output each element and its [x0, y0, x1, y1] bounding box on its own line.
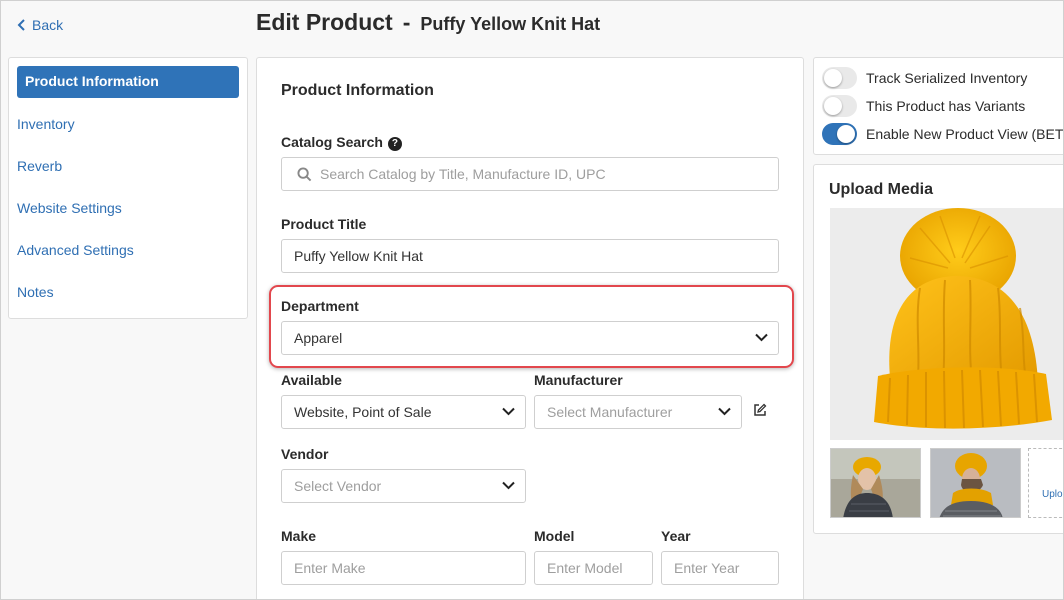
chevron-down-icon: [502, 481, 515, 490]
available-value: Website, Point of Sale: [294, 404, 432, 420]
model-input[interactable]: Enter Model: [534, 551, 653, 585]
woman-wearing-hat-image: [831, 449, 920, 517]
track-serialized-row: Track Serialized Inventory: [822, 67, 1027, 89]
sidebar-item-label: Product Information: [25, 73, 159, 89]
catalog-search-placeholder: Search Catalog by Title, Manufacture ID,…: [320, 166, 606, 182]
sidebar-item-label: Website Settings: [17, 200, 122, 216]
knit-hat-image: [830, 208, 1063, 440]
available-label: Available: [281, 372, 342, 388]
make-input[interactable]: Enter Make: [281, 551, 526, 585]
options-card: Track Serialized Inventory This Product …: [813, 57, 1063, 155]
toggle-label: Track Serialized Inventory: [866, 70, 1028, 86]
model-label: Model: [534, 528, 575, 544]
chevron-down-icon: [502, 407, 515, 416]
catalog-search-input[interactable]: Search Catalog by Title, Manufacture ID,…: [281, 157, 779, 191]
upload-media-title: Upload Media: [829, 181, 934, 198]
new-product-view-row: Enable New Product View (BET: [822, 123, 1063, 145]
make-label: Make: [281, 528, 317, 544]
main-product-image[interactable]: [830, 208, 1063, 440]
page-title: Edit Product - Puffy Yellow Knit Hat: [256, 9, 600, 36]
man-wearing-hat-image: [931, 449, 1020, 517]
sidebar-item-label: Inventory: [17, 116, 75, 132]
vendor-label: Vendor: [281, 446, 329, 462]
product-title-value: Puffy Yellow Knit Hat: [294, 248, 423, 264]
sidebar-item-website-settings[interactable]: Website Settings: [17, 200, 122, 216]
catalog-search-label: Catalog Search?: [281, 134, 402, 151]
year-input[interactable]: Enter Year: [661, 551, 779, 585]
toggle-label: This Product has Variants: [866, 98, 1026, 114]
manufacturer-placeholder: Select Manufacturer: [547, 404, 673, 420]
toggle-label: Enable New Product View (BET: [866, 126, 1064, 142]
sidebar-item-advanced-settings[interactable]: Advanced Settings: [17, 242, 134, 258]
sidebar-item-product-information[interactable]: Product Information: [17, 66, 239, 98]
sidebar-item-inventory[interactable]: Inventory: [17, 116, 75, 132]
sidebar-nav: Product Information Inventory Reverb Web…: [8, 57, 248, 319]
sidebar-item-reverb[interactable]: Reverb: [17, 158, 62, 174]
make-placeholder: Enter Make: [294, 560, 366, 576]
variants-toggle[interactable]: [822, 95, 857, 117]
available-select[interactable]: Website, Point of Sale: [281, 395, 526, 429]
sidebar-item-label: Advanced Settings: [17, 242, 134, 258]
edit-icon[interactable]: [753, 403, 767, 417]
product-name-heading: Puffy Yellow Knit Hat: [420, 14, 601, 34]
upload-label: Uplo: [1042, 489, 1063, 500]
chevron-down-icon: [718, 407, 731, 416]
media-thumbnail-1[interactable]: [830, 448, 921, 518]
product-title-label: Product Title: [281, 216, 367, 232]
upload-media-card: Upload Media Uplo: [813, 164, 1063, 534]
manufacturer-select[interactable]: Select Manufacturer: [534, 395, 742, 429]
manufacturer-label: Manufacturer: [534, 372, 623, 388]
back-label: Back: [32, 17, 64, 33]
sidebar-item-label: Reverb: [17, 158, 63, 174]
year-placeholder: Enter Year: [674, 560, 740, 576]
model-placeholder: Enter Model: [547, 560, 623, 576]
year-label: Year: [661, 528, 691, 544]
product-title-input[interactable]: Puffy Yellow Knit Hat: [281, 239, 779, 273]
back-link[interactable]: Back: [17, 17, 63, 33]
section-title: Product Information: [281, 82, 434, 99]
app-window: Back Edit Product - Puffy Yellow Knit Ha…: [0, 0, 1064, 600]
sidebar-item-notes[interactable]: Notes: [17, 284, 54, 300]
catalog-search-label-text: Catalog Search: [281, 134, 383, 150]
title-separator: -: [402, 9, 411, 35]
chevron-left-icon: [17, 19, 25, 31]
page-title-text: Edit Product: [256, 9, 393, 35]
sidebar-item-label: Notes: [17, 284, 54, 300]
variants-row: This Product has Variants: [822, 95, 1025, 117]
vendor-select[interactable]: Select Vendor: [281, 469, 526, 503]
media-thumbnail-2[interactable]: [930, 448, 1021, 518]
new-product-view-toggle[interactable]: [822, 123, 857, 145]
upload-media-button[interactable]: Uplo: [1028, 448, 1063, 518]
department-highlight: [269, 285, 794, 368]
track-serialized-toggle[interactable]: [822, 67, 857, 89]
search-icon: [297, 167, 312, 182]
vendor-placeholder: Select Vendor: [294, 478, 382, 494]
help-icon[interactable]: ?: [387, 136, 402, 151]
